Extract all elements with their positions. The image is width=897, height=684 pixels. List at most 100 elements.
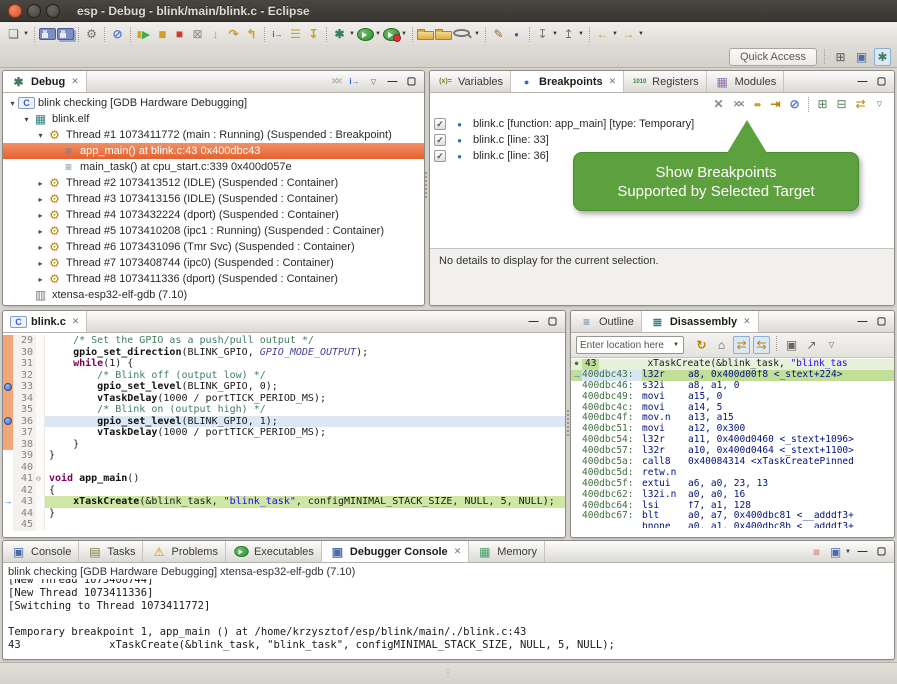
step-over-icon[interactable]: ↷ xyxy=(225,25,242,43)
suspend-icon[interactable]: ▮▮ xyxy=(153,25,170,43)
pin-icon[interactable]: ↗ xyxy=(803,336,820,354)
breakpoint-checkbox[interactable]: ✓ xyxy=(434,118,446,130)
skip-all-breakpoints-icon[interactable]: ⊘ xyxy=(109,25,126,43)
min-icon[interactable]: — xyxy=(525,313,542,331)
editor-gutter-marker[interactable] xyxy=(3,427,13,439)
view-menu-icon[interactable]: ▽ xyxy=(871,95,888,113)
view-menu-icon[interactable]: ▽ xyxy=(365,73,382,91)
min-icon[interactable]: — xyxy=(854,73,871,91)
chevron-down-icon[interactable]: ▼ xyxy=(672,342,680,348)
remove-bp-icon[interactable]: ✕ xyxy=(710,95,727,113)
dropdown-arrow-icon[interactable]: ▼ xyxy=(22,31,30,37)
tab-tasks[interactable]: ▤Tasks xyxy=(79,541,143,562)
collapse-all-icon[interactable]: ⊟ xyxy=(833,95,850,113)
fold-marker-icon[interactable]: ⊖ xyxy=(36,473,45,485)
view-menu-icon[interactable]: ▽ xyxy=(823,336,840,354)
debug-tree-item[interactable]: ▾Cblink checking [GDB Hardware Debugging… xyxy=(3,95,424,111)
editor-gutter-marker[interactable] xyxy=(3,519,13,531)
back-icon[interactable]: ← xyxy=(594,25,611,43)
tab-outline[interactable]: ≡Outline xyxy=(571,311,642,332)
run-icon[interactable] xyxy=(357,28,374,41)
breakpoint-item[interactable]: ✓●blink.c [line: 33] xyxy=(434,132,894,148)
debug-tree-item[interactable]: ▸⚙Thread #4 1073432224 (dport) (Suspende… xyxy=(3,207,424,223)
breakpoint-checkbox[interactable]: ✓ xyxy=(434,134,446,146)
breakpoint-checkbox[interactable]: ✓ xyxy=(434,150,446,162)
home-icon[interactable]: ⌂ xyxy=(713,336,730,354)
resume-icon[interactable] xyxy=(135,25,152,43)
new-wizard-icon[interactable]: ❏ xyxy=(5,25,22,43)
twisty-icon[interactable]: ▾ xyxy=(21,115,32,124)
editor-gutter-marker[interactable] xyxy=(3,450,13,462)
breakpoint-icon[interactable] xyxy=(4,383,12,391)
show-all-threads-icon[interactable]: ☰ xyxy=(287,25,304,43)
terminate-disabled-icon[interactable]: ■ xyxy=(808,543,825,561)
external-tools-icon[interactable] xyxy=(383,28,400,41)
debug-tree-item[interactable]: ▸⚙Thread #3 1073413156 (IDLE) (Suspended… xyxy=(3,191,424,207)
link-source-icon[interactable]: ⇄ xyxy=(733,336,750,354)
tab-debug[interactable]: ✱Debug✕ xyxy=(3,71,87,92)
dropdown-arrow-icon[interactable]: ▼ xyxy=(577,31,585,37)
cpp-perspective-icon[interactable]: ▣ xyxy=(853,48,870,66)
save-all-icon[interactable] xyxy=(57,28,74,40)
editor-gutter-marker[interactable] xyxy=(3,462,13,474)
min-icon[interactable]: — xyxy=(384,73,401,91)
editor-gutter-marker[interactable] xyxy=(3,370,13,382)
tab-disassembly[interactable]: ≣Disassembly✕ xyxy=(642,311,759,332)
editor-gutter-marker[interactable] xyxy=(3,508,13,520)
sync-active-icon[interactable]: ⇆ xyxy=(753,336,770,354)
debug-tree-item[interactable]: ▸⚙Thread #2 1073413512 (IDLE) (Suspended… xyxy=(3,175,424,191)
twisty-icon[interactable]: ▸ xyxy=(35,259,46,268)
next-annotation-icon[interactable]: ↧ xyxy=(534,25,551,43)
dropdown-arrow-icon[interactable]: ▼ xyxy=(844,549,852,555)
twisty-icon[interactable]: ▸ xyxy=(35,195,46,204)
close-icon[interactable]: ✕ xyxy=(71,76,79,87)
close-icon[interactable]: ✕ xyxy=(454,546,462,557)
tab-blink-c[interactable]: Cblink.c✕ xyxy=(3,311,87,332)
max-icon[interactable]: ▢ xyxy=(873,543,890,561)
tab-variables[interactable]: (x)=Variables xyxy=(430,71,511,92)
breakpoint-icon[interactable] xyxy=(4,417,12,425)
window-maximize-button[interactable] xyxy=(46,4,60,18)
goto-file-icon[interactable]: ⇥ xyxy=(767,95,784,113)
min-icon[interactable]: — xyxy=(854,313,871,331)
sash-handle[interactable] xyxy=(567,410,569,436)
mark-occurrences-icon[interactable]: ● xyxy=(508,25,525,43)
link-debug-icon[interactable]: ⇄ xyxy=(852,95,869,113)
debug-tree-item[interactable]: ≡main_task() at cpu_start.c:339 0x400d05… xyxy=(3,159,424,175)
save-icon[interactable] xyxy=(39,28,56,40)
close-icon[interactable]: ✕ xyxy=(72,316,80,327)
disconnect-icon[interactable]: ⊠ xyxy=(189,25,206,43)
editor-gutter-marker[interactable] xyxy=(3,358,13,370)
location-combo[interactable]: Enter location here ▼ xyxy=(576,336,684,354)
debug-tree-item[interactable]: ▸⚙Thread #8 1073411336 (dport) (Suspende… xyxy=(3,271,424,287)
min-icon[interactable]: — xyxy=(854,543,871,561)
debug-tree-item[interactable]: ▾⚙Thread #1 1073411772 (main : Running) … xyxy=(3,127,424,143)
tab-registers[interactable]: 1010Registers xyxy=(624,71,706,92)
breakpoint-item[interactable]: ✓●blink.c [function: app_main] [type: Te… xyxy=(434,116,894,132)
editor-gutter-marker[interactable] xyxy=(3,416,13,428)
twisty-icon[interactable]: ▸ xyxy=(35,179,46,188)
twisty-icon[interactable]: ▸ xyxy=(35,211,46,220)
max-icon[interactable]: ▢ xyxy=(873,313,890,331)
editor-gutter-marker[interactable] xyxy=(3,335,13,347)
build-icon[interactable]: ⚙ xyxy=(83,25,100,43)
tab-problems[interactable]: ⚠Problems xyxy=(143,541,225,562)
open-perspective-icon[interactable]: ⊞ xyxy=(832,48,849,66)
open-project-icon[interactable] xyxy=(417,31,434,40)
twisty-icon[interactable]: ▸ xyxy=(35,275,46,284)
max-icon[interactable]: ▢ xyxy=(544,313,561,331)
editor-gutter-marker[interactable] xyxy=(3,404,13,416)
twisty-icon[interactable]: ▾ xyxy=(35,131,46,140)
max-icon[interactable]: ▢ xyxy=(403,73,420,91)
refresh-icon[interactable]: ↻ xyxy=(693,336,710,354)
debug-tree-item[interactable]: ▸⚙Thread #5 1073410208 (ipc1 : Running) … xyxy=(3,223,424,239)
last-edit-icon[interactable]: ✎ xyxy=(490,25,507,43)
remove-all-bp-icon[interactable]: ✕✕ xyxy=(729,95,746,113)
sash-handle[interactable] xyxy=(425,172,427,198)
debug-tree-item[interactable]: ▸⚙Thread #6 1073431096 (Tmr Svc) (Suspen… xyxy=(3,239,424,255)
tab-modules[interactable]: ▦Modules xyxy=(707,71,785,92)
debug-icon[interactable]: ✱ xyxy=(331,25,348,43)
editor-gutter-marker[interactable] xyxy=(3,473,13,485)
window-minimize-button[interactable] xyxy=(27,4,41,18)
debug-tree-item[interactable]: ≡app_main() at blink.c:43 0x400dbc43 xyxy=(3,143,424,159)
